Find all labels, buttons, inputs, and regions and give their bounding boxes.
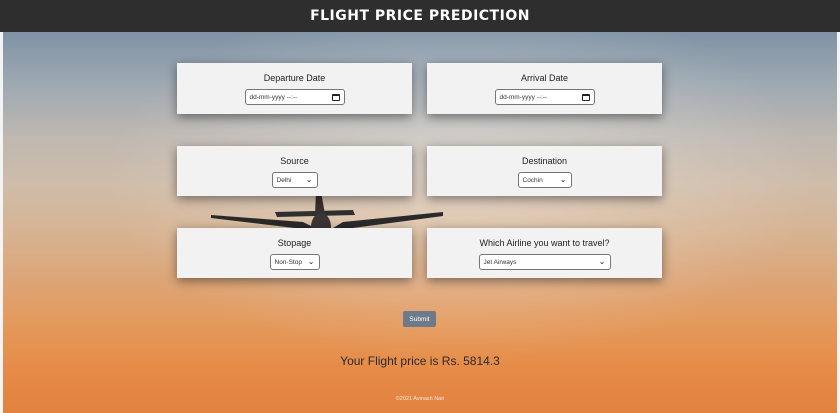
destination-label: Destination: [521, 156, 568, 166]
departure-date-input[interactable]: dd-mm-yyyy --:--: [244, 89, 345, 105]
page-title: FLIGHT PRICE PREDICTION: [310, 8, 530, 24]
chevron-down-icon: ⌄: [305, 175, 313, 184]
stopage-card: Stopage Non-Stop ⌄: [177, 228, 412, 278]
arrival-date-input[interactable]: dd-mm-yyyy --:--: [494, 89, 595, 105]
stopage-selected-value: Non-Stop: [274, 258, 302, 266]
source-label: Source: [280, 156, 309, 166]
source-card: Source Delhi ⌄: [177, 146, 412, 196]
destination-selected-value: Cochin: [522, 176, 543, 184]
stopage-label: Stopage: [277, 238, 312, 248]
arrival-date-label: Arrival Date: [520, 73, 568, 83]
calendar-icon[interactable]: [331, 93, 340, 101]
source-selected-value: Delhi: [276, 176, 292, 184]
destination-select[interactable]: Cochin ⌄: [517, 172, 572, 188]
source-select[interactable]: Delhi ⌄: [271, 172, 318, 188]
submit-button[interactable]: Submit: [403, 311, 436, 327]
stopage-select[interactable]: Non-Stop ⌄: [269, 254, 320, 270]
app-header: FLIGHT PRICE PREDICTION: [0, 0, 840, 32]
chevron-down-icon: ⌄: [598, 257, 606, 266]
price-result: Your Flight price is Rs. 5814.3: [340, 354, 500, 368]
footer-copyright: ©2021 Avinash Nair: [395, 396, 445, 402]
airline-selected-value: Jet Airways: [483, 258, 517, 266]
calendar-icon[interactable]: [581, 93, 590, 101]
departure-date-label: Departure Date: [263, 73, 326, 83]
departure-date-placeholder: dd-mm-yyyy --:--: [249, 93, 298, 101]
airline-card: Which Airline you want to travel? Jet Ai…: [427, 228, 662, 278]
chevron-down-icon: ⌄: [559, 175, 567, 184]
airline-select[interactable]: Jet Airways ⌄: [478, 254, 611, 270]
departure-date-card: Departure Date dd-mm-yyyy --:--: [177, 63, 412, 114]
destination-card: Destination Cochin ⌄: [427, 146, 662, 196]
arrival-date-card: Arrival Date dd-mm-yyyy --:--: [427, 63, 662, 114]
airline-label: Which Airline you want to travel?: [479, 238, 610, 248]
arrival-date-placeholder: dd-mm-yyyy --:--: [499, 93, 548, 101]
chevron-down-icon: ⌄: [307, 257, 315, 266]
